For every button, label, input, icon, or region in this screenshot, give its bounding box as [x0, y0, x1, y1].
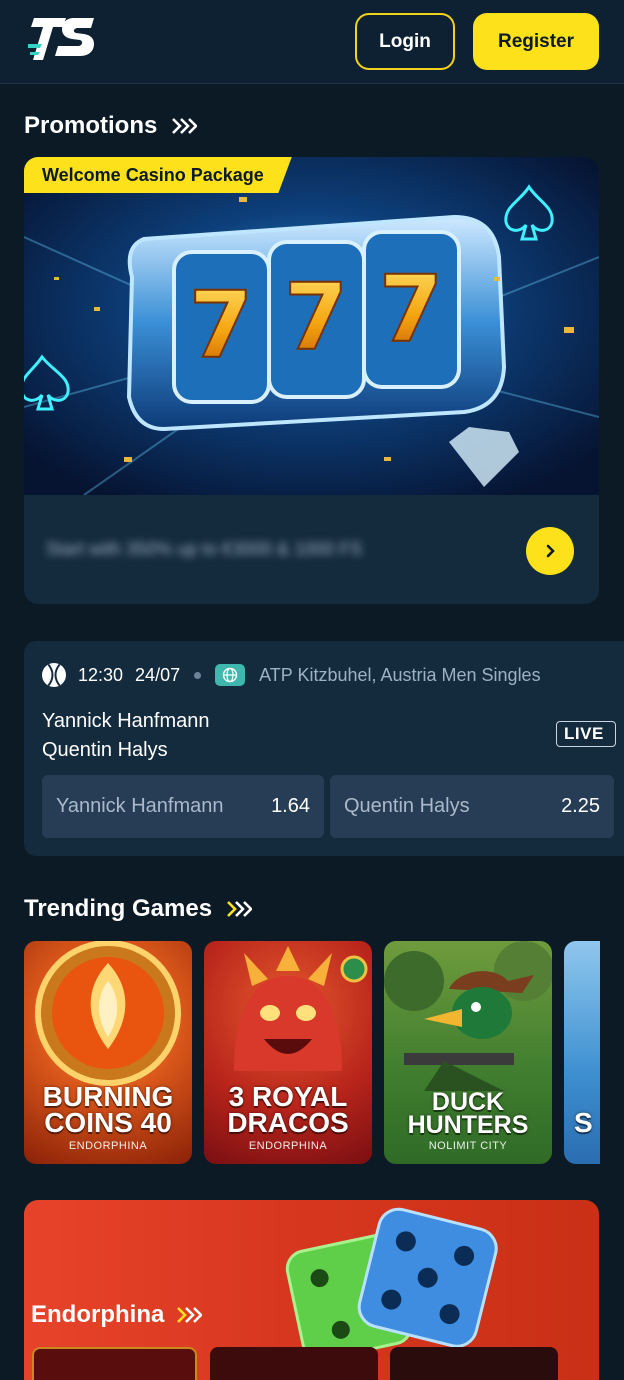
odd-value: 1.64 [271, 795, 310, 817]
promo-badge: Welcome Casino Package [24, 157, 292, 193]
game-provider: ENDORPHINA [248, 1140, 328, 1152]
live-badge: LIVE [556, 721, 616, 747]
game-art [384, 941, 552, 1091]
game-title-line2: COINS 40 [44, 1107, 172, 1138]
double-chevron-right-icon [172, 118, 198, 134]
game-tile[interactable]: DUCK HUNTERS NOLIMIT CITY [384, 941, 552, 1164]
game-tile-partial[interactable]: S [564, 941, 600, 1164]
register-button[interactable]: Register [473, 13, 599, 70]
match-card[interactable]: 12:30 24/07 ATP Kitzbuhel, Austria Men S… [24, 641, 624, 856]
svg-text:7: 7 [284, 264, 348, 371]
svg-text:7: 7 [379, 256, 443, 363]
trending-title: Trending Games [24, 895, 213, 922]
double-chevron-right-icon [177, 1307, 203, 1323]
team-home: Yannick Hanfmann [42, 710, 210, 732]
team-away: Quentin Halys [42, 739, 168, 761]
game-tile[interactable]: 3 ROYAL DRACOS ENDORPHINA [204, 941, 372, 1164]
site-logo[interactable] [28, 14, 98, 70]
odd-value: 2.25 [561, 795, 600, 817]
chevron-right-icon [546, 544, 555, 558]
promo-next-button[interactable] [526, 527, 574, 575]
game-title-line1: S [574, 1107, 593, 1138]
game-title-line1: BURNING [42, 1081, 174, 1112]
tennis-ball-icon [42, 663, 66, 687]
promotions-title: Promotions [24, 112, 158, 139]
match-league: ATP Kitzbuhel, Austria Men Singles [259, 664, 541, 685]
game-art [35, 941, 181, 1086]
login-button[interactable]: Login [355, 13, 455, 70]
odd-label: Quentin Halys [344, 795, 470, 817]
odd-label: Yannick Hanfmann [56, 795, 224, 817]
endorphina-heading[interactable]: Endorphina [31, 1301, 203, 1329]
game-provider: NOLIMIT CITY [428, 1140, 508, 1152]
odd-button-home[interactable]: Yannick Hanfmann 1.64 [42, 775, 324, 838]
endorphina-title: Endorphina [31, 1301, 165, 1328]
separator-dot [194, 671, 202, 679]
promotions-heading[interactable]: Promotions [24, 112, 198, 140]
match-meta: 12:30 24/07 ATP Kitzbuhel, Austria Men S… [42, 663, 541, 687]
endorphina-banner[interactable]: Endorphina [24, 1200, 599, 1380]
endorphina-game-tile[interactable] [390, 1347, 558, 1380]
game-provider: ENDORPHINA [68, 1140, 148, 1152]
match-date: 24/07 [135, 664, 181, 685]
svg-text:7: 7 [189, 272, 253, 379]
slot-machine-promo-image: 7 7 7 [24, 157, 599, 495]
double-chevron-right-icon [227, 901, 253, 917]
game-tile[interactable]: BURNING COINS 40 ENDORPHINA [24, 941, 192, 1164]
trending-heading[interactable]: Trending Games [24, 895, 253, 923]
odd-button-away[interactable]: Quentin Halys 2.25 [330, 775, 614, 838]
endorphina-game-tile[interactable] [32, 1347, 197, 1380]
promo-card[interactable]: 7 7 7 Welcome Casino Package Start with … [24, 157, 599, 604]
header: Login Register [0, 0, 624, 84]
endorphina-game-tile[interactable] [210, 1347, 378, 1380]
game-title-line1: 3 ROYAL [228, 1081, 348, 1112]
promo-description: Start with 350% up to €3000 & 1000 FS [46, 539, 363, 559]
game-title-line2: HUNTERS [407, 1111, 529, 1139]
match-time: 12:30 [78, 664, 124, 685]
globe-icon [215, 664, 246, 686]
game-art [234, 946, 368, 1071]
game-title-line2: DRACOS [227, 1107, 349, 1138]
match-teams: Yannick Hanfmann Quentin Halys [42, 707, 210, 765]
